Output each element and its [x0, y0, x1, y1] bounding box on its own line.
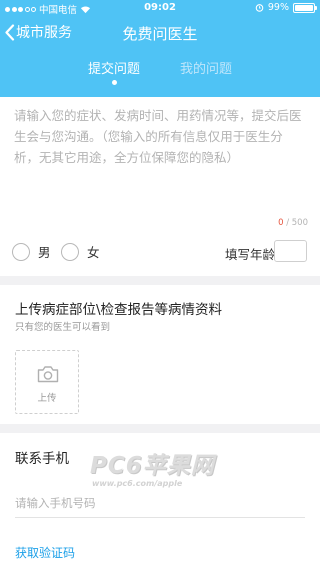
- radio-female[interactable]: [61, 242, 79, 261]
- gender-female-option[interactable]: 女: [61, 242, 100, 261]
- gender-male-label: 男: [38, 245, 51, 260]
- battery-icon: [293, 2, 317, 13]
- tab-my-questions[interactable]: 我的问题: [180, 58, 232, 77]
- watermark-main: PC6苹果网: [90, 453, 215, 479]
- battery-percent: 99%: [267, 2, 289, 13]
- camera-icon: [37, 366, 59, 383]
- upload-title: 上传病症部位\检查报告等病情资料: [15, 302, 223, 318]
- get-code-link[interactable]: 获取验证码: [15, 544, 75, 561]
- header-area: 中国电信 09:02 99% 城市服务 免费问医生 提交问题 我的问题: [0, 0, 320, 97]
- tab-submit-question[interactable]: 提交问题: [88, 58, 140, 77]
- gender-female-label: 女: [87, 245, 100, 260]
- section-divider: [0, 276, 320, 285]
- watermark: PC6苹果网 www.pc6.com/apple: [90, 446, 220, 496]
- gender-age-row: 男 女 填写年龄:: [0, 240, 320, 266]
- contact-title: 联系手机: [15, 451, 69, 467]
- radio-male[interactable]: [12, 242, 30, 261]
- gender-male-option[interactable]: 男: [12, 242, 51, 261]
- status-right: 99%: [255, 2, 317, 13]
- age-label: 填写年龄:: [225, 247, 280, 262]
- watermark-url: www.pc6.com/apple: [92, 479, 183, 488]
- status-bar: 中国电信 09:02 99%: [0, 0, 320, 18]
- char-counter: 0 / 500: [278, 218, 308, 228]
- question-textarea[interactable]: 请输入您的症状、发病时间、用药情况等，提交后医生会与您沟通。（您输入的所有信息仅…: [14, 105, 306, 168]
- char-max: / 500: [283, 218, 308, 228]
- tab-bar: 提交问题 我的问题: [0, 58, 320, 88]
- active-tab-indicator: [112, 80, 117, 85]
- age-input[interactable]: [274, 240, 307, 262]
- upload-subtitle: 只有您的医生可以看到: [15, 322, 111, 333]
- page-title: 免费问医生: [122, 25, 198, 43]
- upload-label: 上传: [37, 393, 57, 404]
- alarm-icon: [255, 4, 264, 12]
- section-divider: [0, 424, 320, 433]
- upload-button[interactable]: 上传: [15, 350, 79, 414]
- nav-bar: 城市服务 免费问医生: [0, 18, 320, 46]
